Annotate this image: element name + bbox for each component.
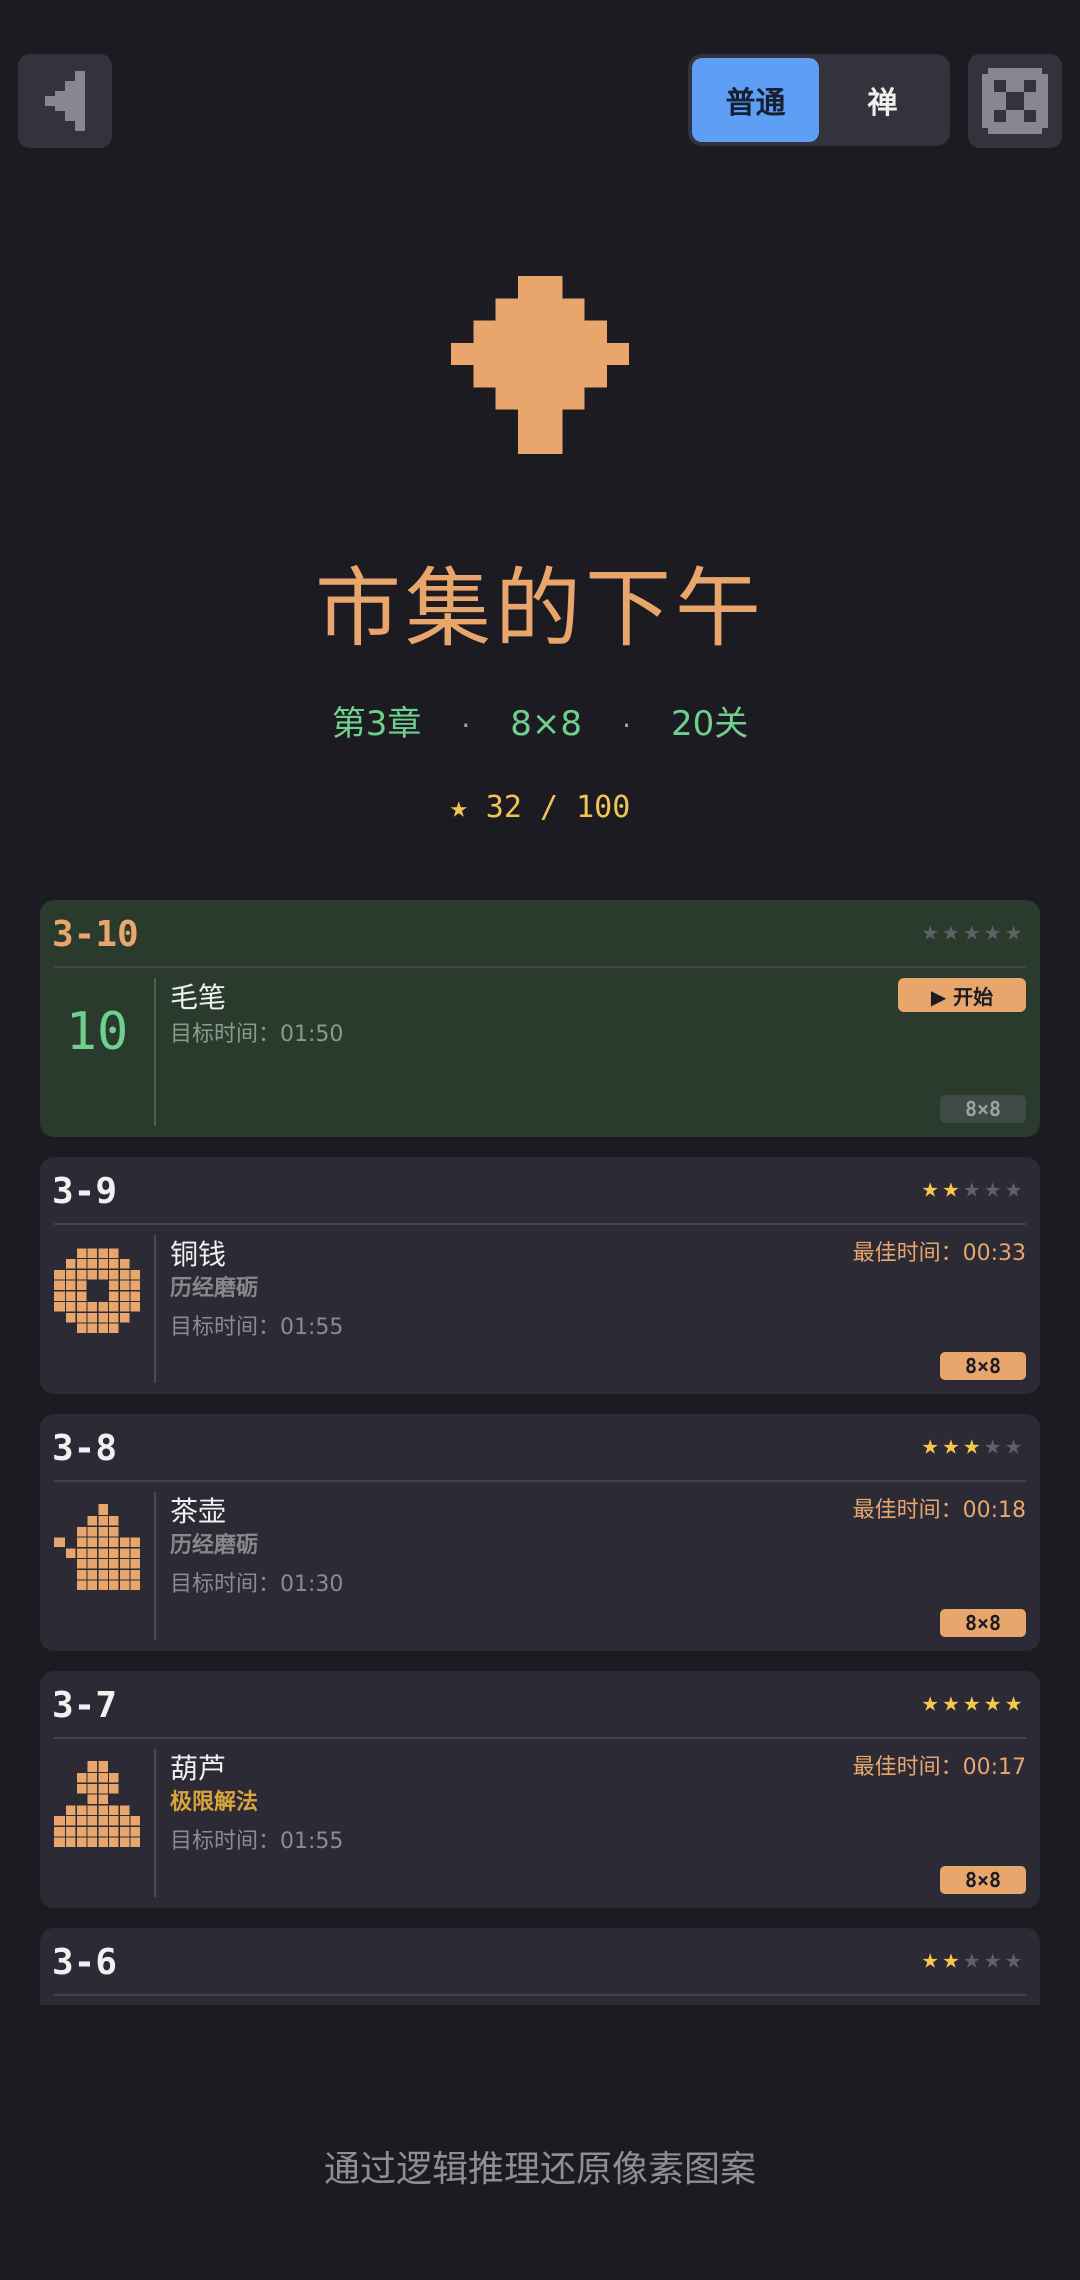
card-divider [54,1994,1026,1996]
level-name: 茶壶 [170,1495,227,1528]
settings-button[interactable] [968,54,1062,148]
level-tag: 历经磨砺 [170,1276,259,1301]
footer-tagline: 通过逻辑推理还原像素图案 [323,2149,756,2190]
level-id: 3-8 [52,1428,118,1469]
level-stars: ★★★★★ [921,914,1026,947]
target-time: 目标时间：01:55 [170,1315,344,1340]
level-card-3-8[interactable]: 3-8 ★★★★★ 茶壶 历经磨砺 目标时间：01:30 最佳时间：00:18 … [40,1414,1040,1651]
level-card-3-9[interactable]: 3-9 ★★★★★ 铜钱 历经磨砺 目标时间：01:55 最佳时间：00:33 … [40,1157,1040,1394]
grid-size-badge: 8×8 [940,1352,1026,1380]
level-id: 3-9 [52,1171,118,1212]
card-divider [54,966,1026,968]
level-card-3-7[interactable]: 3-7 ★★★★★ 葫芦 极限解法 目标时间：01:55 最佳时间：00:17 … [40,1671,1040,1908]
level-name: 铜钱 [170,1238,227,1271]
level-tag: 极限解法 [170,1790,259,1815]
level-stars: ★★★★★ [921,1942,1026,1975]
level-id: 3-7 [52,1685,118,1726]
grid-size-badge: 8×8 [940,1609,1026,1637]
back-arrow-icon [45,71,85,131]
card-separator [154,1492,156,1640]
start-button[interactable]: ▶ 开始 [898,978,1026,1012]
chapter-level-count: 20关 [670,704,749,744]
level-tag: 历经磨砺 [170,1533,259,1558]
level-id: 3-10 [52,914,139,955]
best-time: 最佳时间：00:33 [852,1241,1026,1266]
star-progress: ★ 32 / 100 [449,790,631,825]
chapter-title: 市集的下午 [315,559,765,659]
chapter-number: 第3章 [331,704,422,744]
mode-normal-button[interactable]: 普通 [692,58,819,142]
teapot-thumbnail-icon [54,1504,140,1590]
level-stars: ★★★★★ [921,1685,1026,1718]
level-card-3-10[interactable]: 3-10 ★★★★★ 10 毛笔 目标时间：01:50 ▶ 开始 8×8 [40,900,1040,1137]
card-divider [54,1737,1026,1739]
chapter-meta: 第3章 · 8×8 · 20关 [331,704,749,744]
chapter-grid-size: 8×8 [510,704,583,744]
pixel-grid-icon [982,68,1048,134]
mode-switch: 普通 禅 [688,54,950,146]
target-time: 目标时间：01:55 [170,1829,344,1854]
card-separator [154,1235,156,1383]
level-number-thumb: 10 [65,1002,129,1062]
gourd-thumbnail-icon [54,1761,140,1847]
back-button[interactable] [18,54,112,148]
target-time: 目标时间：01:30 [170,1572,344,1597]
card-separator [154,1749,156,1897]
grid-size-badge: 8×8 [940,1095,1026,1123]
level-list[interactable]: 3-10 ★★★★★ 10 毛笔 目标时间：01:50 ▶ 开始 8×8 3-9… [40,900,1040,2005]
mode-zen-button[interactable]: 禅 [819,58,946,142]
card-divider [54,1223,1026,1225]
grid-size-badge: 8×8 [940,1866,1026,1894]
best-time: 最佳时间：00:17 [852,1755,1026,1780]
level-name: 葫芦 [170,1752,227,1785]
pixel-shape-icon [451,276,629,454]
card-separator [154,978,156,1126]
level-name: 毛笔 [170,981,227,1014]
level-card-3-6[interactable]: 3-6 ★★★★★ [40,1928,1040,2005]
level-stars: ★★★★★ [921,1428,1026,1461]
target-time: 目标时间：01:50 [170,1022,344,1047]
card-divider [54,1480,1026,1482]
best-time: 最佳时间：00:18 [852,1498,1026,1523]
level-id: 3-6 [52,1942,118,1983]
level-stars: ★★★★★ [921,1171,1026,1204]
coin-thumbnail-icon [54,1247,140,1333]
